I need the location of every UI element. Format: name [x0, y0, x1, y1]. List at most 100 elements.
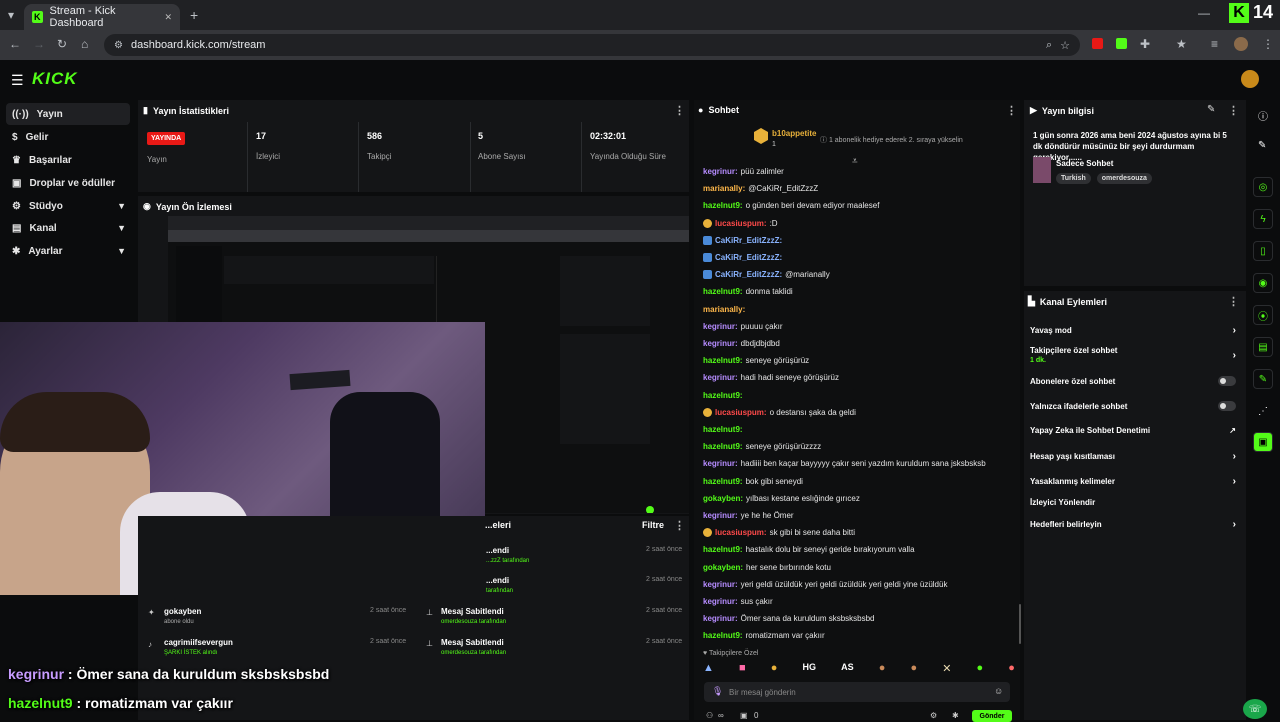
chat-username[interactable]: hazelnut9:	[703, 287, 743, 296]
subscribers-only-toggle[interactable]	[1218, 376, 1236, 386]
zoom-icon[interactable]: ⌕	[1046, 39, 1052, 52]
chat-username[interactable]: hazelnut9:	[703, 201, 743, 210]
extensions-puzzle-icon[interactable]: ✚	[1140, 37, 1150, 51]
collapse-icon[interactable]: ⩡	[852, 156, 858, 167]
chat-username[interactable]: hazelnut9:	[703, 425, 743, 434]
send-button[interactable]: Gönder	[972, 710, 1012, 722]
emoji-icon[interactable]: ☺	[994, 686, 1003, 696]
profile-avatar[interactable]	[1234, 37, 1248, 51]
sidebar-item-yayin[interactable]: ((·)) Yayın	[6, 103, 130, 125]
chat-username[interactable]: gokayben:	[703, 494, 743, 503]
sidebar-item-basarilar[interactable]: ♛ Başarılar	[6, 149, 130, 171]
home-icon[interactable]: ⌂	[81, 37, 88, 51]
chat-username[interactable]: hazelnut9:	[703, 545, 743, 554]
chat-username[interactable]: kegrinur:	[703, 614, 738, 623]
chat-username[interactable]: kegrinur:	[703, 322, 738, 331]
chat-username[interactable]: marianally:	[703, 184, 745, 193]
bookmark-star-icon[interactable]: ☆	[1060, 39, 1070, 52]
emote-only-item[interactable]: Yalnızca ifadelerle sohbet	[1030, 401, 1236, 411]
extension-red-icon[interactable]	[1092, 38, 1103, 49]
rail-broadcast-icon[interactable]: ⦿	[1253, 305, 1273, 325]
filter-button[interactable]: Filtre	[642, 520, 664, 530]
sidebar-item-ayarlar[interactable]: ✱ Ayarlar ▼	[6, 240, 130, 262]
chat-username[interactable]: lucasiuspum:	[715, 408, 767, 417]
media-control-icon[interactable]: ≡	[1211, 37, 1218, 51]
rail-chat-icon[interactable]: ◉	[1253, 273, 1273, 293]
chat-username[interactable]: CaKiRr_EditZzzZ:	[715, 270, 782, 279]
rail-add-icon[interactable]: ▣	[1253, 432, 1273, 452]
browser-tab[interactable]: K Stream - Kick Dashboard ✕	[24, 4, 180, 30]
chat-settings-icon[interactable]: ⚙	[930, 711, 937, 720]
infinity-icon[interactable]: ∞	[718, 711, 724, 720]
kick-logo[interactable]: KICK	[32, 69, 78, 89]
chat-username[interactable]: gokayben:	[703, 563, 743, 572]
address-bar[interactable]: ⚙ dashboard.kick.com/stream ⌕ ☆	[104, 34, 1080, 56]
tab-search-icon[interactable]: ▾	[8, 8, 14, 22]
ai-moderation-item[interactable]: Yapay Zeka ile Sohbet Denetimi ↗	[1030, 426, 1236, 435]
user-avatar[interactable]	[1241, 70, 1259, 88]
account-age-item[interactable]: Hesap yaşı kısıtlaması ›	[1030, 451, 1236, 462]
chat-scrollbar[interactable]	[1019, 604, 1021, 644]
emote-icon[interactable]: ●	[1008, 662, 1015, 676]
emote-icon[interactable]: ●	[879, 662, 886, 676]
rail-list-icon[interactable]: ▤	[1253, 337, 1273, 357]
chat-username[interactable]: lucasiuspum:	[715, 219, 767, 228]
chat-username[interactable]: kegrinur:	[703, 580, 738, 589]
rail-wrench-icon[interactable]: ✎	[1253, 369, 1273, 389]
help-fab-icon[interactable]: ☏	[1243, 699, 1267, 719]
rail-camera-icon[interactable]: ◎	[1253, 177, 1273, 197]
forward-icon[interactable]: →	[33, 37, 45, 51]
chat-username[interactable]: lucasiuspum:	[715, 528, 767, 537]
sidebar-item-gelir[interactable]: $ Gelir	[6, 126, 130, 148]
microphone-icon[interactable]: 🎙	[712, 686, 723, 697]
activity-more-icon[interactable]: ⋮	[674, 519, 685, 532]
chat-username[interactable]: CaKiRr_EditZzzZ:	[715, 236, 782, 245]
chat-username[interactable]: hazelnut9:	[703, 477, 743, 486]
chat-username[interactable]: kegrinur:	[703, 339, 738, 348]
info-icon[interactable]: ⓘ	[1258, 108, 1268, 123]
sidebar-item-kanal[interactable]: ▤ Kanal ▼	[6, 217, 130, 239]
banned-words-item[interactable]: Yasaklanmış kelimeler ›	[1030, 476, 1236, 487]
chat-input[interactable]: Bir mesaj gönderin	[704, 682, 1010, 702]
chat-username[interactable]: kegrinur:	[703, 459, 738, 468]
reading-list-icon[interactable]: ★	[1176, 37, 1187, 51]
emote-icon[interactable]: ■	[739, 662, 746, 676]
chat-username[interactable]: hazelnut9:	[703, 631, 743, 640]
chat-username[interactable]: marianally:	[703, 305, 745, 314]
hamburger-menu-icon[interactable]: ☰	[11, 72, 24, 89]
pencil-icon[interactable]: ✎	[1258, 140, 1266, 151]
reload-icon[interactable]: ↻	[57, 37, 67, 51]
slow-mode-item[interactable]: Yavaş mod ›	[1030, 325, 1236, 336]
emote-icon[interactable]: HG	[802, 662, 816, 676]
back-icon[interactable]: ←	[9, 37, 21, 51]
emote-icon[interactable]: ●	[771, 662, 778, 676]
rail-doc-icon[interactable]: ▯	[1253, 241, 1273, 261]
emote-icon[interactable]: ✕	[942, 662, 951, 676]
sidebar-item-studyo[interactable]: ⚙ Stüdyo ▼	[6, 195, 130, 217]
chat-username[interactable]: CaKiRr_EditZzzZ:	[715, 253, 782, 262]
minimize-icon[interactable]: —	[1198, 6, 1210, 20]
users-icon[interactable]: ⚇	[706, 711, 713, 720]
close-tab-icon[interactable]: ✕	[164, 12, 172, 23]
new-tab-button[interactable]: +	[190, 7, 198, 23]
emote-icon[interactable]: ●	[977, 662, 984, 676]
tag[interactable]: Turkish	[1056, 173, 1091, 184]
raid-item[interactable]: İzleyici Yönlendir	[1030, 498, 1236, 507]
emote-icon[interactable]: AS	[841, 662, 854, 676]
rail-bolt-icon[interactable]: ϟ	[1253, 209, 1273, 229]
followers-only-item[interactable]: Takipçilere özel sohbet 1 dk. ›	[1030, 346, 1236, 364]
chat-gear-icon[interactable]: ✱	[952, 711, 959, 720]
chat-username[interactable]: kegrinur:	[703, 167, 738, 176]
stream-info-more-icon[interactable]: ⋮	[1228, 104, 1239, 117]
chat-username[interactable]: kegrinur:	[703, 373, 738, 382]
emote-icon[interactable]: ●	[910, 662, 917, 676]
chat-username[interactable]: hazelnut9:	[703, 442, 743, 451]
emote-bar[interactable]: ▲ ■ ● HG AS ● ● ✕ ● ●	[703, 662, 1015, 676]
emote-icon[interactable]: ▲	[703, 662, 714, 676]
browser-menu-icon[interactable]: ⋮	[1262, 37, 1274, 51]
goals-item[interactable]: Hedefleri belirleyin ›	[1030, 519, 1236, 530]
edit-pencil-icon[interactable]: ✎	[1207, 104, 1215, 115]
tag[interactable]: omerdesouza	[1096, 173, 1152, 184]
chat-username[interactable]: kegrinur:	[703, 597, 738, 606]
chat-username[interactable]: kegrinur:	[703, 511, 738, 520]
